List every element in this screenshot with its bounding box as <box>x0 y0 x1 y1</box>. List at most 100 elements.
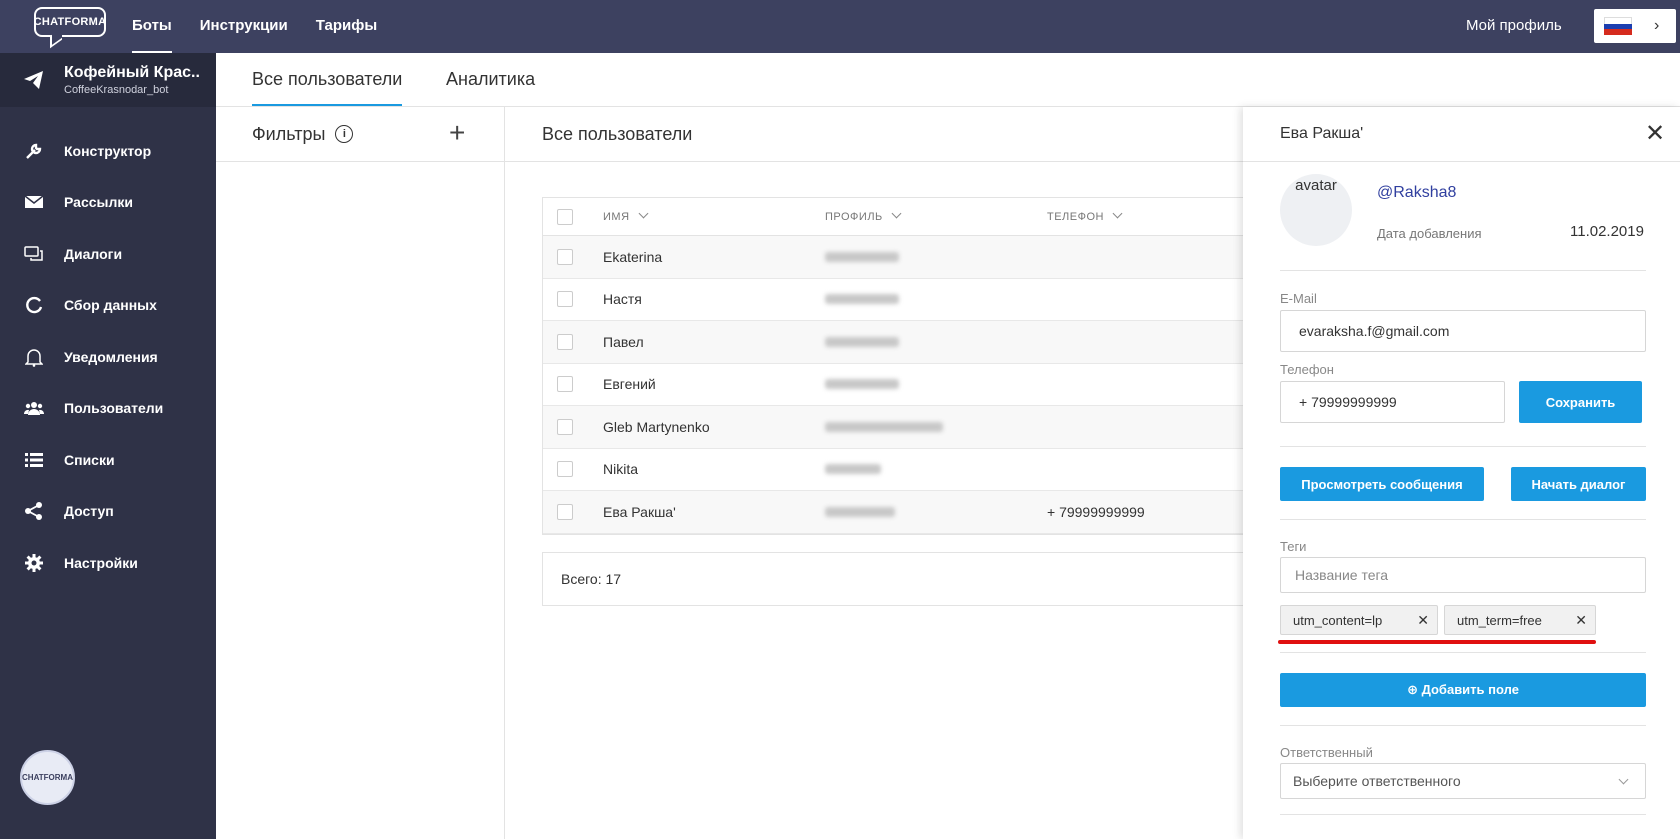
email-label: E-Mail <box>1280 291 1317 306</box>
row-checkbox[interactable] <box>557 248 573 265</box>
blurred-profile <box>825 336 899 347</box>
tab-analytics[interactable]: Аналитика <box>446 69 535 90</box>
blurred-profile <box>825 506 895 517</box>
language-selector[interactable]: › <box>1594 9 1676 43</box>
sidebar-item-mailings[interactable]: Рассылки <box>0 177 216 229</box>
table-row[interactable]: Gleb Martynenko <box>543 406 1361 449</box>
current-bot[interactable]: Кофейный Крас... CoffeeKrasnodar_bot <box>0 53 216 107</box>
tags-label: Теги <box>1280 539 1307 554</box>
sidebar-item-notifications[interactable]: Уведомления <box>0 331 216 383</box>
table-row[interactable]: Евгений <box>543 364 1361 406</box>
tag-label: utm_content=lp <box>1293 612 1383 628</box>
blurred-profile <box>825 464 881 475</box>
divider <box>1280 446 1646 447</box>
total-count: Всего: 17 <box>542 552 1362 606</box>
add-field-button[interactable]: ⊕ Добавить поле <box>1280 673 1646 707</box>
nav-bots[interactable]: Боты <box>132 0 172 53</box>
sidebar-item-data-collection[interactable]: Сбор данных <box>0 280 216 332</box>
column-profile[interactable]: ПРОФИЛЬ <box>825 208 1047 223</box>
row-checkbox[interactable] <box>557 291 573 308</box>
bot-name: Кофейный Крас... <box>64 64 200 81</box>
sidebar-item-label: Уведомления <box>64 348 158 365</box>
table-row[interactable]: Павел <box>543 321 1361 364</box>
user-name: Gleb Martynenko <box>603 418 710 435</box>
sidebar-item-users[interactable]: Пользователи <box>0 383 216 435</box>
responsible-select[interactable]: Выберите ответственного <box>1280 763 1646 799</box>
chevron-right-icon: › <box>1654 17 1660 34</box>
row-checkbox[interactable] <box>557 503 573 520</box>
divider <box>1280 270 1646 271</box>
chevron-down-icon <box>638 208 648 219</box>
chevron-down-icon <box>1112 208 1123 219</box>
row-checkbox[interactable] <box>557 418 573 435</box>
sidebar-item-constructor[interactable]: Конструктор <box>0 125 216 177</box>
user-name: Евгений <box>603 376 656 393</box>
blurred-profile <box>825 379 899 390</box>
sidebar-item-label: Сбор данных <box>64 297 157 314</box>
avatar-alt-text: avatar <box>1295 177 1337 194</box>
sidebar-item-label: Рассылки <box>64 194 133 211</box>
sidebar-item-label: Доступ <box>64 503 114 520</box>
user-name: Nikita <box>603 461 639 478</box>
sidebar-item-label: Диалоги <box>64 245 123 262</box>
chevron-down-icon <box>1618 774 1629 785</box>
nav-pricing[interactable]: Тарифы <box>316 0 377 53</box>
bot-handle: CoffeeKrasnodar_bot <box>64 84 169 96</box>
sidebar-item-settings[interactable]: Настройки <box>0 537 216 589</box>
tag-chip: utm_term=free ✕ <box>1444 605 1596 635</box>
date-added-label: Дата добавления <box>1377 226 1482 241</box>
tags-list: utm_content=lp ✕ utm_term=free ✕ <box>1280 605 1646 635</box>
wrench-icon <box>24 141 44 161</box>
email-field[interactable]: evaraksha.f@gmail.com <box>1280 310 1646 352</box>
blurred-profile <box>825 294 899 305</box>
remove-tag-icon[interactable]: ✕ <box>1575 612 1587 629</box>
filters-pane: Фильтры i + <box>216 107 505 839</box>
table-row[interactable]: Nikita <box>543 449 1361 491</box>
remove-tag-icon[interactable]: ✕ <box>1417 612 1429 629</box>
refresh-icon <box>24 295 44 315</box>
tag-name-input[interactable]: Название тега <box>1280 557 1646 593</box>
support-avatar[interactable]: CHATFORMA <box>20 750 75 805</box>
sidebar-item-access[interactable]: Доступ <box>0 486 216 538</box>
sidebar-item-label: Настройки <box>64 554 138 571</box>
save-button[interactable]: Сохранить <box>1519 381 1642 423</box>
tab-all-users[interactable]: Все пользователи <box>252 69 403 106</box>
divider <box>1280 652 1646 653</box>
list-icon <box>24 450 44 470</box>
phone-label: Телефон <box>1280 362 1334 377</box>
responsible-placeholder: Выберите ответственного <box>1293 773 1461 789</box>
sidebar-item-dialogs[interactable]: Диалоги <box>0 228 216 280</box>
panel-title: Ева Ракша' <box>1243 107 1680 162</box>
row-checkbox[interactable] <box>557 333 573 350</box>
chatforma-logo[interactable]: CHATFORMA <box>34 7 106 37</box>
select-all-checkbox[interactable] <box>557 208 573 225</box>
close-icon[interactable]: ✕ <box>1645 119 1665 148</box>
username-link[interactable]: @Raksha8 <box>1377 184 1456 202</box>
phone-field[interactable]: + 79999999999 <box>1280 381 1505 423</box>
page-tabs: Все пользователи Аналитика <box>216 53 1680 107</box>
nav-instructions[interactable]: Инструкции <box>200 0 288 53</box>
view-messages-button[interactable]: Просмотреть сообщения <box>1280 467 1484 501</box>
table-row[interactable]: Ekaterina <box>543 236 1361 279</box>
row-checkbox[interactable] <box>557 376 573 393</box>
add-filter-button[interactable]: + <box>449 117 465 149</box>
column-name[interactable]: ИМЯ <box>603 208 825 223</box>
table-row[interactable]: Настя <box>543 279 1361 321</box>
start-dialog-button[interactable]: Начать диалог <box>1511 467 1646 501</box>
sidebar-item-lists[interactable]: Списки <box>0 434 216 486</box>
mail-icon <box>24 192 44 212</box>
gear-icon <box>24 553 44 573</box>
my-profile-link[interactable]: Мой профиль <box>1466 17 1562 34</box>
users-icon <box>24 398 44 418</box>
table-row[interactable]: Ева Ракша' + 79999999999 <box>543 491 1361 534</box>
row-checkbox[interactable] <box>557 461 573 478</box>
top-nav: Боты Инструкции Тарифы <box>132 0 405 53</box>
user-avatar: avatar <box>1280 174 1352 246</box>
user-name: Павел <box>603 333 644 350</box>
top-bar: CHATFORMA Боты Инструкции Тарифы Мой про… <box>0 0 1680 53</box>
info-icon[interactable]: i <box>335 125 354 143</box>
bell-icon <box>24 347 44 367</box>
divider <box>1280 519 1646 520</box>
filters-header: Фильтры i + <box>216 107 504 162</box>
user-name: Ева Ракша' <box>603 503 676 520</box>
